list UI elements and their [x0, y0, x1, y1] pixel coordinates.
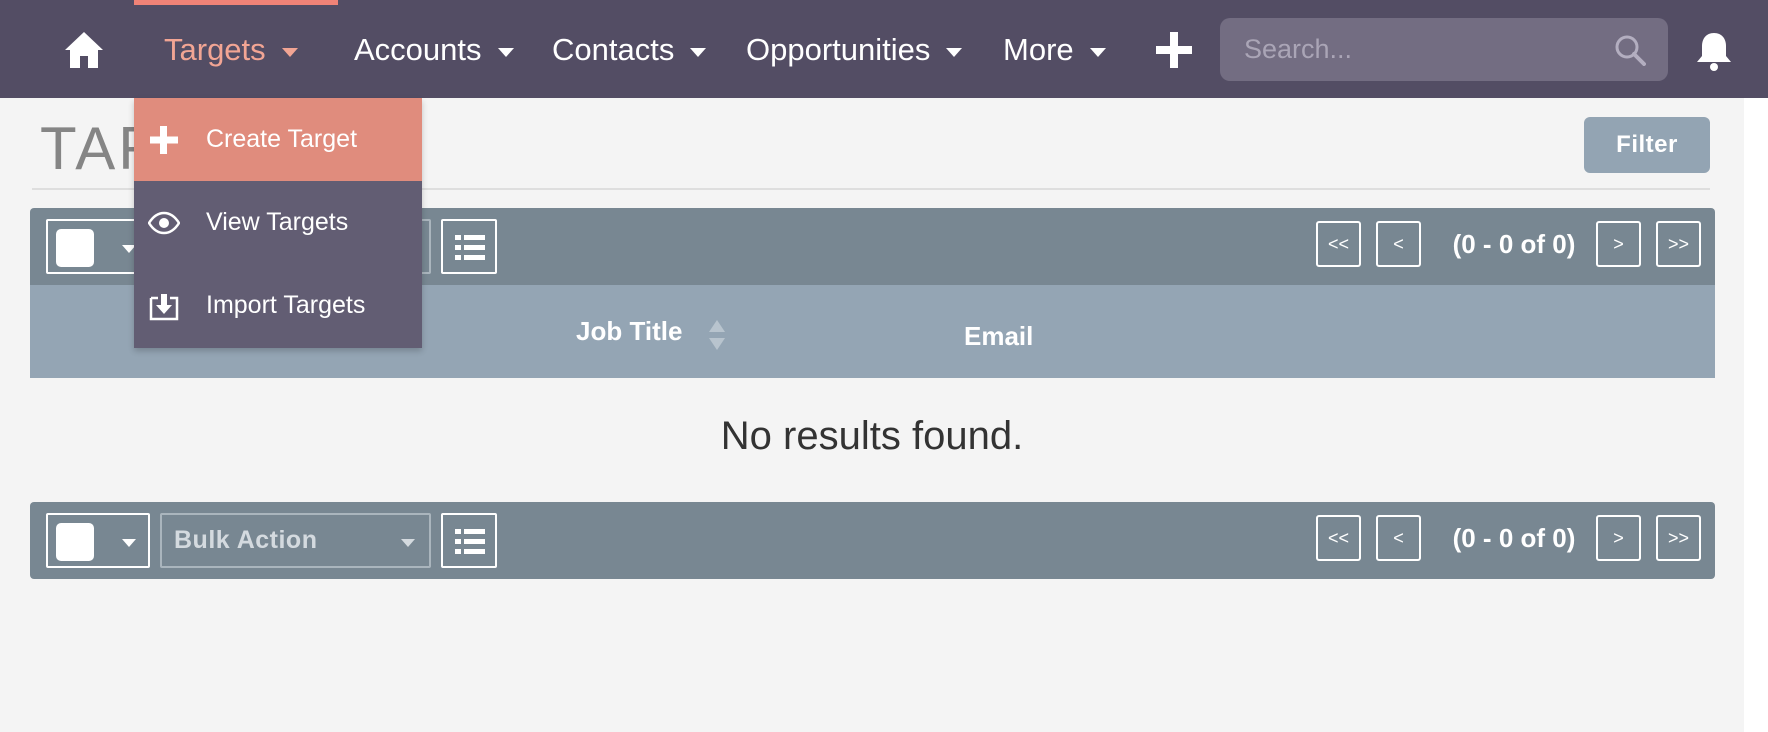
- nav-item-contacts[interactable]: Contacts: [552, 28, 707, 72]
- search-icon[interactable]: [1614, 34, 1646, 66]
- bell-icon[interactable]: [1694, 30, 1734, 72]
- chevron-down-icon: [946, 47, 963, 57]
- chevron-down-icon: [281, 47, 298, 57]
- bulk-action-label: Bulk Action: [174, 526, 318, 554]
- column-header-email[interactable]: Email: [964, 321, 1033, 352]
- active-tab-indicator: [134, 0, 338, 5]
- first-page-button[interactable]: <<: [1316, 515, 1361, 561]
- column-header-job-title[interactable]: Job Title: [576, 316, 682, 347]
- list-toolbar-bottom: Bulk Action << < (0 - 0 of 0) > >>: [30, 502, 1715, 579]
- select-all-checkbox[interactable]: [46, 513, 150, 568]
- home-icon[interactable]: [62, 28, 106, 72]
- pagination-count: (0 - 0 of 0): [1452, 522, 1576, 553]
- menu-item-label: Import Targets: [206, 291, 366, 319]
- last-page-button[interactable]: >>: [1656, 221, 1701, 267]
- menu-item-view-targets[interactable]: View Targets: [134, 181, 422, 264]
- chevron-down-icon: [690, 47, 707, 57]
- nav-item-label: Targets: [164, 32, 266, 67]
- eye-icon: [148, 211, 180, 235]
- nav-item-targets[interactable]: Targets: [164, 28, 298, 72]
- empty-state-message: No results found.: [720, 414, 1024, 458]
- nav-item-label: Accounts: [354, 32, 482, 67]
- previous-page-button[interactable]: <: [1376, 515, 1421, 561]
- filter-button[interactable]: Filter: [1584, 117, 1710, 173]
- quick-create-plus-icon[interactable]: [1154, 28, 1194, 72]
- nav-item-more[interactable]: More: [1003, 28, 1106, 72]
- search-input[interactable]: [1244, 18, 1604, 81]
- menu-item-label: Create Target: [206, 125, 358, 153]
- column-chooser-button[interactable]: [441, 219, 497, 274]
- last-page-button[interactable]: >>: [1656, 515, 1701, 561]
- menu-item-create-target[interactable]: Create Target: [134, 98, 422, 181]
- list-icon: [455, 235, 485, 260]
- nav-item-opportunities[interactable]: Opportunities: [746, 28, 963, 72]
- menu-item-import-targets[interactable]: Import Targets: [134, 264, 422, 347]
- bulk-action-dropdown[interactable]: Bulk Action: [160, 513, 431, 568]
- checkbox: [56, 229, 94, 267]
- pagination-count: (0 - 0 of 0): [1452, 228, 1576, 259]
- import-icon: [149, 294, 179, 321]
- next-page-button[interactable]: >: [1596, 221, 1641, 267]
- previous-page-button[interactable]: <: [1376, 221, 1421, 267]
- list-icon: [455, 529, 485, 554]
- sort-icon[interactable]: [708, 318, 726, 352]
- next-page-button[interactable]: >: [1596, 515, 1641, 561]
- search-box: [1220, 18, 1668, 81]
- nav-item-label: Opportunities: [746, 32, 931, 67]
- chevron-down-icon: [1089, 47, 1106, 57]
- chevron-down-icon: [401, 539, 415, 547]
- chevron-down-icon: [122, 539, 136, 547]
- checkbox: [56, 523, 94, 561]
- scrollbar[interactable]: [1744, 98, 1768, 732]
- nav-item-label: Contacts: [552, 32, 675, 67]
- targets-dropdown-menu: Create Target View Targets Import Target…: [134, 98, 422, 348]
- first-page-button[interactable]: <<: [1316, 221, 1361, 267]
- top-navigation: Targets Accounts Contacts Opportunities …: [0, 0, 1768, 98]
- plus-icon: [150, 126, 178, 154]
- nav-item-accounts[interactable]: Accounts: [354, 28, 514, 72]
- chevron-down-icon: [497, 47, 514, 57]
- menu-item-label: View Targets: [206, 208, 349, 236]
- nav-item-label: More: [1003, 32, 1074, 67]
- column-chooser-button[interactable]: [441, 513, 497, 568]
